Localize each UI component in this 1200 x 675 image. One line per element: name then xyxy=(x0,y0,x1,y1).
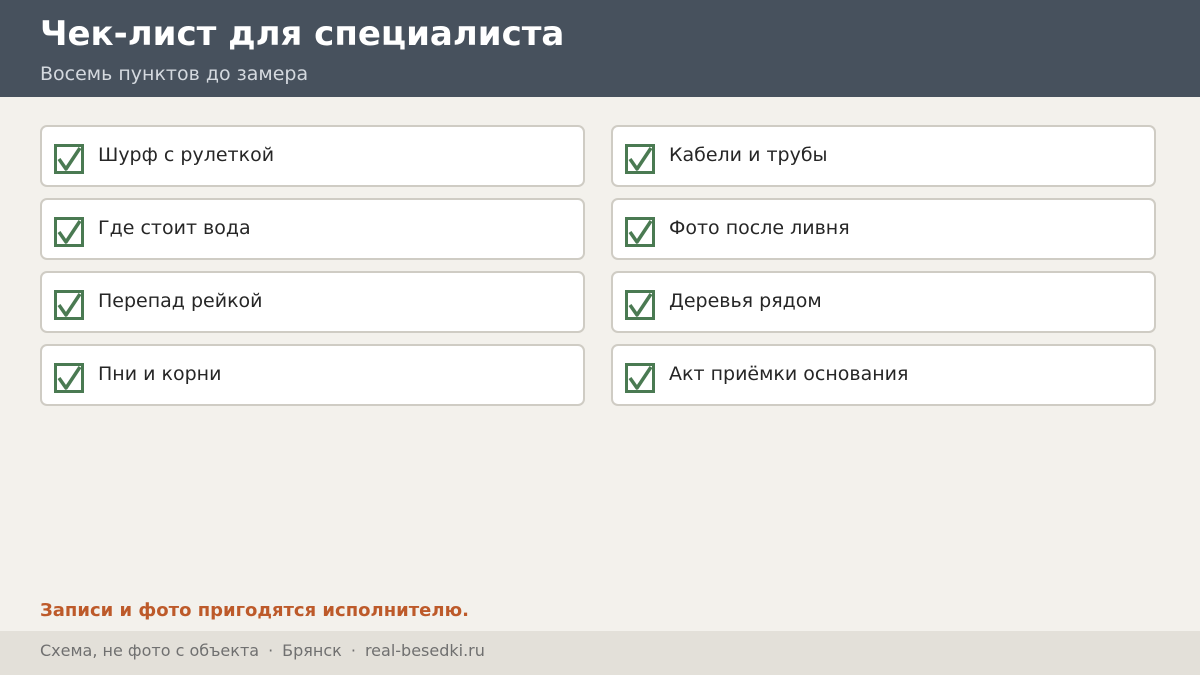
checklist-item[interactable]: Кабели и трубы xyxy=(611,125,1156,187)
checkbox-checked-icon[interactable] xyxy=(625,217,655,247)
footer-city: Брянск xyxy=(282,641,342,660)
footer-separator: · xyxy=(350,641,356,660)
checklist-item-label: Пни и корни xyxy=(98,363,222,385)
checklist-item[interactable]: Фото после ливня xyxy=(611,198,1156,260)
footer-separator: · xyxy=(268,641,274,660)
checkbox-checked-icon[interactable] xyxy=(54,363,84,393)
footer: Схема, не фото с объекта · Брянск · real-bes… xyxy=(0,631,1200,675)
checkbox-checked-icon[interactable] xyxy=(625,144,655,174)
footer-caption: Схема, не фото с объекта xyxy=(40,641,260,660)
page-title: Чек-лист для специалиста xyxy=(40,14,565,54)
footer-site-link[interactable]: real-besedki.ru xyxy=(365,641,485,660)
checklist-item-label: Перепад рейкой xyxy=(98,290,263,312)
checklist-item[interactable]: Шурф с рулеткой xyxy=(40,125,585,187)
checkbox-checked-icon[interactable] xyxy=(54,217,84,247)
checklist-item-label: Где стоит вода xyxy=(98,217,251,239)
checkbox-checked-icon[interactable] xyxy=(625,363,655,393)
checklist-item-label: Фото после ливня xyxy=(669,217,850,239)
checklist-item-label: Шурф с рулеткой xyxy=(98,144,275,166)
checkbox-checked-icon[interactable] xyxy=(54,290,84,320)
checklist-item-label: Деревья рядом xyxy=(669,290,822,312)
checkbox-checked-icon[interactable] xyxy=(625,290,655,320)
footer-text: Схема, не фото с объекта · Брянск · real-bes… xyxy=(40,641,485,660)
checklist-item[interactable]: Где стоит вода xyxy=(40,198,585,260)
checkbox-checked-icon[interactable] xyxy=(54,144,84,174)
checklist-item[interactable]: Деревья рядом xyxy=(611,271,1156,333)
checklist: Шурф с рулеткой Кабели и трубы Где стоит… xyxy=(40,125,1156,406)
note-text: Записи и фото пригодятся исполнителю. xyxy=(40,600,469,621)
checklist-item[interactable]: Акт приёмки основания xyxy=(611,344,1156,406)
checklist-item[interactable]: Пни и корни xyxy=(40,344,585,406)
checklist-item[interactable]: Перепад рейкой xyxy=(40,271,585,333)
checklist-item-label: Кабели и трубы xyxy=(669,144,828,166)
page-subtitle: Восемь пунктов до замера xyxy=(40,63,309,85)
checklist-item-label: Акт приёмки основания xyxy=(669,363,909,385)
header: Чек-лист для специалиста Восемь пунктов … xyxy=(0,0,1200,97)
